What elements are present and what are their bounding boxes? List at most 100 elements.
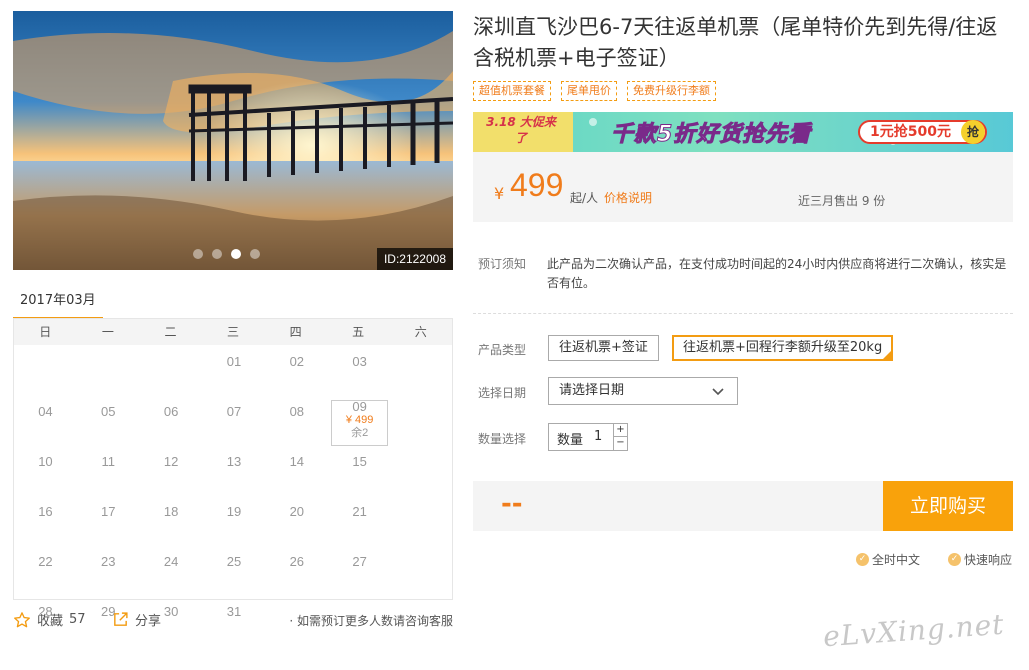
quantity-value[interactable]: 1 (594, 429, 602, 444)
calendar-day[interactable]: 10 (14, 445, 77, 495)
share-label: 分享 (135, 614, 162, 629)
calendar-day[interactable]: 12 (140, 445, 203, 495)
promo-grab-badge: 抢 (961, 120, 985, 144)
quantity-increase-button[interactable]: + (613, 424, 627, 437)
calendar-month-tab[interactable]: 2017年03月 (13, 290, 103, 320)
calendar-day[interactable]: 06 (140, 395, 203, 445)
weekday: 日 (39, 325, 52, 339)
share-button[interactable]: 分享 (112, 610, 161, 629)
day-number: 08 (289, 404, 305, 419)
day-stock: 余2 (351, 427, 369, 439)
gallery-dot[interactable] (250, 249, 260, 259)
assurance-label: 全时中文 (872, 553, 921, 567)
product-type-option-visa[interactable]: 往返机票+签证 (548, 335, 659, 361)
calendar-day[interactable]: 17 (77, 495, 140, 545)
divider (473, 313, 1013, 314)
price-box: ¥ 499 起/人 价格说明 近三月售出 9 份 (473, 152, 1013, 222)
weekday: 三 (227, 325, 240, 339)
price-unit: 起/人 (570, 191, 599, 205)
calendar-day[interactable]: 16 (14, 495, 77, 545)
calendar-day[interactable]: 27 (328, 545, 391, 595)
promo-banner-slogan: 千款5折好货抢先看 (610, 122, 812, 148)
calendar-day[interactable]: 07 (203, 395, 266, 445)
day-number: 25 (226, 554, 242, 569)
consult-note: · 如需预订更多人数请咨询客服 (289, 614, 453, 628)
day-number: 16 (38, 504, 53, 519)
product-type-option-luggage[interactable]: 往返机票+回程行李额升级至20kg (672, 335, 894, 361)
calendar-day[interactable]: 22 (14, 545, 77, 595)
share-icon (114, 612, 128, 626)
calendar-day[interactable]: 01 (203, 345, 266, 395)
calendar-day[interactable]: 14 (265, 445, 328, 495)
calendar-day[interactable]: 05 (77, 395, 140, 445)
assurance-fast-response: ✓ 快速响应 (948, 551, 1012, 568)
quantity-decrease-button[interactable]: − (613, 437, 627, 450)
product-tag: 超值机票套餐 (473, 81, 551, 101)
calendar-day[interactable]: 18 (140, 495, 203, 545)
pier-sunset-image (13, 11, 453, 270)
site-watermark: eLvXing.net (822, 607, 1006, 654)
calendar-day[interactable]: 11 (77, 445, 140, 495)
favorite-label: 收藏 (37, 614, 64, 629)
calendar-day[interactable]: 25 (203, 545, 266, 595)
date-label: 选择日期 (478, 386, 527, 400)
buy-now-button[interactable]: 立即购买 (883, 481, 1013, 531)
price-value: 499 (510, 167, 564, 203)
day-number: 24 (163, 554, 179, 569)
price-currency: ¥ (494, 184, 505, 203)
calendar-weekday-header: 日 一 二 三 四 五 六 (14, 319, 452, 345)
calendar-day[interactable]: 03 (328, 345, 391, 395)
promo-banner[interactable]: 3.18 大促来了 千款5折好货抢先看 1元抢500元 抢 (473, 112, 1013, 152)
calendar-day[interactable]: 21 (328, 495, 391, 545)
day-number: 11 (101, 454, 116, 469)
price-explain-link[interactable]: 价格说明 (604, 189, 652, 206)
product-gallery[interactable]: ID:2122008 (13, 11, 453, 270)
calendar-grid: 01 02 03 04 05 06 07 08 09 ¥ 499 余2 10 11 12 13 14 15 16 1… (14, 345, 452, 645)
product-tag: 免费升级行李额 (627, 81, 716, 101)
calendar-day[interactable]: 23 (77, 545, 140, 595)
gallery-dot[interactable] (193, 249, 203, 259)
gallery-dots (193, 249, 260, 259)
product-title: 深圳直飞沙巴6-7天往返单机票（尾单特价先到先得/往返含税机票+电子签证） (473, 15, 998, 70)
day-number: 09 (352, 399, 367, 414)
product-tag: 尾单甩价 (561, 81, 617, 101)
weekday: 一 (101, 325, 114, 339)
favorite-button[interactable]: 收藏 57 (13, 610, 86, 629)
weekday: 五 (352, 325, 365, 339)
calendar-day[interactable]: 15 (328, 445, 391, 495)
day-number: 19 (226, 504, 242, 519)
calendar-day[interactable]: 02 (265, 345, 328, 395)
calendar-day[interactable]: 20 (265, 495, 328, 545)
sold-count: 近三月售出 9 份 (798, 194, 886, 208)
day-number: 17 (101, 504, 116, 519)
day-number: 27 (352, 554, 367, 569)
action-footer: 收藏 57 分享 · 如需预订更多人数请咨询客服 (13, 610, 453, 632)
calendar-day[interactable]: 19 (203, 495, 266, 545)
purchase-bar: -- 立即购买 (473, 481, 1013, 531)
calendar-day[interactable]: 08 (265, 395, 328, 445)
star-icon (14, 611, 30, 627)
check-icon: ✓ (948, 553, 961, 566)
gallery-dot[interactable] (212, 249, 222, 259)
chevron-down-icon (712, 388, 724, 396)
notice-label: 预订须知 (478, 257, 527, 271)
calendar-day[interactable]: 04 (14, 395, 77, 445)
weekday: 二 (164, 325, 177, 339)
calendar-day-available[interactable]: 09 ¥ 499 余2 (328, 395, 391, 446)
promo-banner-date: 3.18 大促来了 (486, 115, 556, 145)
day-price: ¥ 499 (345, 414, 374, 426)
day-number: 13 (226, 454, 242, 469)
day-number: 20 (289, 504, 305, 519)
total-price: -- (501, 489, 523, 519)
date-select[interactable]: 请选择日期 (548, 377, 738, 405)
calendar-day[interactable]: 24 (140, 545, 203, 595)
gallery-dot-active[interactable] (231, 249, 241, 259)
calendar-day (77, 345, 140, 395)
calendar-day[interactable]: 26 (265, 545, 328, 595)
day-number: 05 (101, 404, 116, 419)
product-tags: 超值机票套餐 尾单甩价 免费升级行李额 (473, 81, 716, 101)
weekday: 六 (414, 325, 427, 339)
day-number: 14 (289, 454, 305, 469)
date-select-value: 请选择日期 (559, 383, 625, 398)
calendar-day[interactable]: 13 (203, 445, 266, 495)
